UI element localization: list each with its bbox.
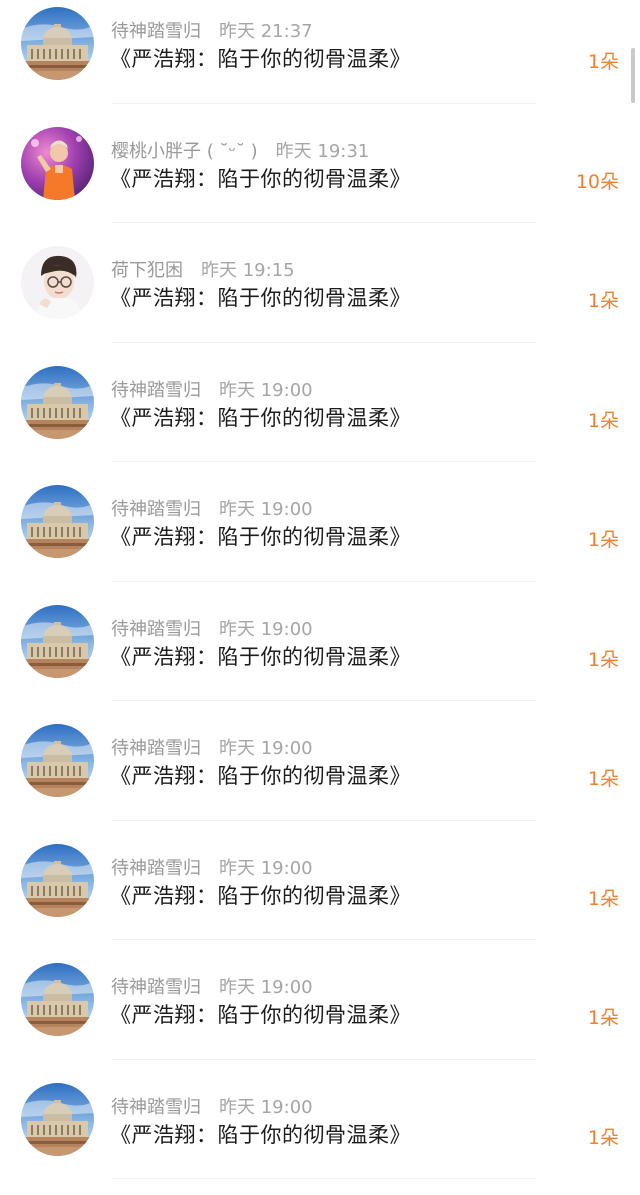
username[interactable]: 待神踏雪归 [111, 1097, 201, 1118]
timestamp: 昨天 19:31 [276, 141, 370, 162]
list-item[interactable]: 荷下犯困昨天 19:15《严浩翔：陷于你的彻骨温柔》 1朵 [0, 239, 640, 359]
work-title[interactable]: 《严浩翔：陷于你的彻骨温柔》 [110, 163, 411, 193]
item-meta: 待神踏雪归昨天 19:00 [111, 495, 313, 521]
timestamp: 昨天 19:00 [219, 977, 313, 998]
timestamp: 昨天 19:00 [219, 380, 313, 401]
username[interactable]: 待神踏雪归 [111, 977, 201, 998]
vatican-basilica-icon [21, 366, 94, 439]
username[interactable]: 待神踏雪归 [111, 738, 201, 759]
timestamp: 昨天 19:00 [219, 858, 313, 879]
glasses-boy-illustration-icon [21, 246, 94, 319]
flower-count: 1朵 [588, 1123, 619, 1150]
item-meta: 待神踏雪归昨天 19:00 [111, 854, 313, 880]
avatar[interactable] [21, 366, 94, 439]
flower-count: 1朵 [588, 286, 619, 313]
list-item[interactable]: 待神踏雪归昨天 19:00《严浩翔：陷于你的彻骨温柔》 1朵 [0, 1076, 640, 1195]
divider [111, 939, 536, 940]
avatar[interactable] [21, 724, 94, 797]
timestamp: 昨天 19:00 [219, 1097, 313, 1118]
username[interactable]: 樱桃小胖子 ( ˘ᵕ˘ ) [111, 141, 258, 162]
avatar[interactable] [21, 963, 94, 1036]
scrollbar[interactable] [631, 48, 635, 103]
divider [111, 342, 536, 343]
divider [111, 581, 536, 582]
divider [111, 461, 536, 462]
item-meta: 待神踏雪归昨天 19:00 [111, 615, 313, 641]
flower-count: 1朵 [588, 525, 619, 552]
divider [111, 1178, 536, 1179]
timestamp: 昨天 19:15 [201, 260, 295, 281]
vatican-basilica-icon [21, 844, 94, 917]
gift-record-list: 待神踏雪归昨天 21:37《严浩翔：陷于你的彻骨温柔》1朵 樱桃小胖子 ( ˘ᵕ… [0, 0, 640, 1195]
list-item[interactable]: 待神踏雪归昨天 19:00《严浩翔：陷于你的彻骨温柔》 1朵 [0, 837, 640, 957]
avatar[interactable] [21, 485, 94, 558]
divider [111, 700, 536, 701]
list-item[interactable]: 待神踏雪归昨天 19:00《严浩翔：陷于你的彻骨温柔》 1朵 [0, 359, 640, 479]
work-title[interactable]: 《严浩翔：陷于你的彻骨温柔》 [110, 999, 411, 1029]
username[interactable]: 待神踏雪归 [111, 619, 201, 640]
timestamp: 昨天 19:00 [219, 738, 313, 759]
performer-photo-icon [21, 127, 94, 200]
work-title[interactable]: 《严浩翔：陷于你的彻骨温柔》 [110, 880, 411, 910]
work-title[interactable]: 《严浩翔：陷于你的彻骨温柔》 [110, 760, 411, 790]
divider [111, 222, 536, 223]
divider [111, 820, 536, 821]
divider [111, 103, 536, 104]
list-item[interactable]: 待神踏雪归昨天 19:00《严浩翔：陷于你的彻骨温柔》 1朵 [0, 478, 640, 598]
timestamp: 昨天 19:00 [219, 499, 313, 520]
vatican-basilica-icon [21, 485, 94, 558]
username[interactable]: 待神踏雪归 [111, 858, 201, 879]
flower-count: 10朵 [576, 167, 619, 194]
vatican-basilica-icon [21, 1083, 94, 1156]
flower-count: 1朵 [588, 764, 619, 791]
timestamp: 昨天 19:00 [219, 619, 313, 640]
list-item[interactable]: 待神踏雪归昨天 19:00《严浩翔：陷于你的彻骨温柔》 1朵 [0, 717, 640, 837]
work-title[interactable]: 《严浩翔：陷于你的彻骨温柔》 [110, 282, 411, 312]
divider [111, 1059, 536, 1060]
avatar[interactable] [21, 844, 94, 917]
item-meta: 樱桃小胖子 ( ˘ᵕ˘ ) 昨天 19:31 [111, 137, 369, 163]
username[interactable]: 荷下犯困 [111, 260, 183, 281]
avatar[interactable] [21, 7, 94, 80]
username[interactable]: 待神踏雪归 [111, 499, 201, 520]
flower-count: 1朵 [588, 1003, 619, 1030]
username[interactable]: 待神踏雪归 [111, 380, 201, 401]
item-meta: 待神踏雪归昨天 19:00 [111, 734, 313, 760]
vatican-basilica-icon [21, 7, 94, 80]
list-item[interactable]: 待神踏雪归昨天 19:00《严浩翔：陷于你的彻骨温柔》 1朵 [0, 598, 640, 718]
avatar[interactable] [21, 1083, 94, 1156]
flower-count: 1朵 [588, 47, 619, 74]
vatican-basilica-icon [21, 724, 94, 797]
list-item[interactable]: 待神踏雪归昨天 21:37《严浩翔：陷于你的彻骨温柔》 1朵 [0, 0, 640, 120]
vatican-basilica-icon [21, 605, 94, 678]
vatican-basilica-icon [21, 963, 94, 1036]
item-meta: 待神踏雪归昨天 19:00 [111, 1093, 313, 1119]
item-meta: 待神踏雪归昨天 19:00 [111, 973, 313, 999]
timestamp: 昨天 21:37 [219, 21, 313, 42]
avatar[interactable] [21, 127, 94, 200]
work-title[interactable]: 《严浩翔：陷于你的彻骨温柔》 [110, 402, 411, 432]
work-title[interactable]: 《严浩翔：陷于你的彻骨温柔》 [110, 521, 411, 551]
flower-count: 1朵 [588, 406, 619, 433]
work-title[interactable]: 《严浩翔：陷于你的彻骨温柔》 [110, 641, 411, 671]
item-meta: 荷下犯困昨天 19:15 [111, 256, 295, 282]
list-item[interactable]: 樱桃小胖子 ( ˘ᵕ˘ ) 昨天 19:31《严浩翔：陷于你的彻骨温柔》 10朵 [0, 120, 640, 240]
list-item[interactable]: 待神踏雪归昨天 19:00《严浩翔：陷于你的彻骨温柔》 1朵 [0, 956, 640, 1076]
flower-count: 1朵 [588, 884, 619, 911]
avatar[interactable] [21, 605, 94, 678]
item-meta: 待神踏雪归昨天 19:00 [111, 376, 313, 402]
item-meta: 待神踏雪归昨天 21:37 [111, 17, 313, 43]
username[interactable]: 待神踏雪归 [111, 21, 201, 42]
avatar[interactable] [21, 246, 94, 319]
flower-count: 1朵 [588, 645, 619, 672]
work-title[interactable]: 《严浩翔：陷于你的彻骨温柔》 [110, 43, 411, 73]
work-title[interactable]: 《严浩翔：陷于你的彻骨温柔》 [110, 1119, 411, 1149]
